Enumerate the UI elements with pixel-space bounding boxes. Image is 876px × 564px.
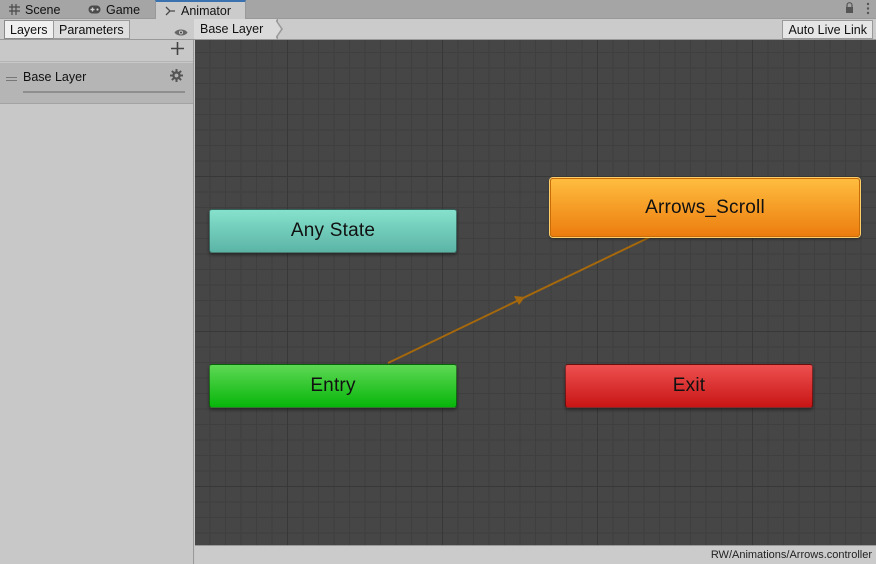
- breadcrumb-arrow-fill: [275, 20, 281, 38]
- state-arrows-scroll-label: Arrows_Scroll: [645, 196, 765, 218]
- layers-tab-button[interactable]: Layers: [4, 20, 54, 39]
- tab-game[interactable]: Game: [79, 0, 149, 19]
- transition-arrow-icon: [514, 296, 525, 305]
- breadcrumb-label: Base Layer: [200, 22, 264, 36]
- tab-scene[interactable]: Scene: [0, 0, 69, 19]
- tab-animator[interactable]: Animator: [155, 0, 246, 20]
- layer-name: Base Layer: [23, 70, 87, 84]
- layers-panel: Base Layer: [0, 40, 194, 564]
- state-exit-label: Exit: [672, 375, 706, 396]
- breadcrumb[interactable]: Base Layer: [194, 19, 279, 39]
- animator-toolbar: Layers Parameters Base Layer Auto Live L…: [0, 19, 876, 40]
- tab-game-label: Game: [106, 2, 141, 17]
- drag-handle-icon[interactable]: [6, 71, 17, 85]
- tab-scene-label: Scene: [25, 2, 61, 17]
- controller-path: RW/Animations/Arrows.controller: [710, 549, 872, 561]
- auto-live-link-button[interactable]: Auto Live Link: [782, 20, 873, 39]
- layer-item[interactable]: Base Layer: [0, 63, 193, 104]
- window-tab-bar: Scene Game Animator: [0, 0, 876, 20]
- state-any-state-label: Any State: [290, 220, 376, 241]
- gamepad-icon: [88, 5, 101, 14]
- tab-animator-label: Animator: [181, 4, 232, 18]
- status-bar: RW/Animations/Arrows.controller: [195, 545, 876, 564]
- state-exit[interactable]: Exit: [565, 364, 813, 408]
- eye-icon[interactable]: [174, 26, 188, 40]
- grid-icon: [9, 4, 20, 15]
- layer-weight-bar: [23, 91, 185, 93]
- state-any-state[interactable]: Any State: [209, 209, 457, 253]
- parameters-tab-button[interactable]: Parameters: [53, 20, 130, 39]
- more-options-icon[interactable]: [866, 2, 870, 18]
- layers-panel-toolbar: [0, 40, 193, 62]
- gear-icon[interactable]: [170, 69, 183, 85]
- state-machine-graph[interactable]: Any State Arrows_Scroll Entry Exit: [195, 40, 876, 545]
- animator-icon: [165, 6, 176, 16]
- state-arrows-scroll[interactable]: Arrows_Scroll: [550, 178, 860, 237]
- lock-icon[interactable]: [845, 2, 854, 17]
- plus-icon[interactable]: [171, 42, 184, 58]
- state-entry[interactable]: Entry: [209, 364, 457, 408]
- state-entry-label: Entry: [310, 375, 356, 396]
- transitions-layer: [387, 236, 651, 364]
